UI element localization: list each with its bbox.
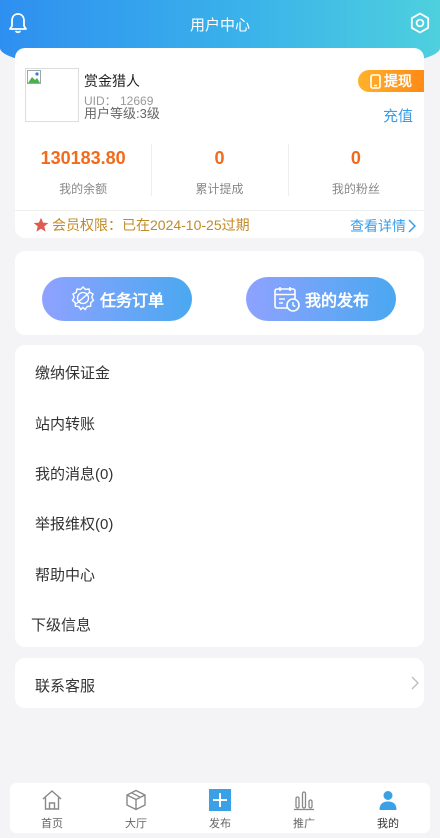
phone-icon	[370, 73, 381, 89]
vip-detail-link[interactable]: 查看详情	[350, 216, 416, 236]
task-orders-button[interactable]: 任务订单	[42, 277, 192, 321]
plus-icon	[209, 789, 231, 811]
tab-publish[interactable]: 发布	[178, 783, 262, 833]
stat-value: 130183.80	[40, 148, 126, 168]
contact-service-label: 联系客服	[35, 678, 96, 695]
my-publish-button[interactable]: 我的发布	[246, 277, 396, 321]
star-icon	[33, 217, 49, 232]
menu-item-transfer[interactable]: 站内转账	[35, 413, 95, 434]
user-level: 用户等级:3级	[84, 106, 160, 121]
vip-status-bar: 会员权限：已在2024-10-25过期 查看详情	[15, 210, 424, 238]
stat-value: 0	[350, 148, 361, 168]
tab-hall[interactable]: 大厅	[94, 783, 178, 833]
menu-item-help[interactable]: 帮助中心	[35, 564, 95, 585]
home-icon	[42, 790, 62, 810]
tab-promote[interactable]: 推广	[262, 783, 346, 833]
tab-label: 我的	[377, 818, 399, 830]
avatar[interactable]	[25, 68, 79, 122]
tab-mine[interactable]: 我的	[346, 783, 430, 833]
stat-label: 累计提成	[195, 182, 244, 196]
bell-icon[interactable]	[8, 12, 28, 34]
top-bar: 用户中心	[0, 0, 440, 48]
chevron-right-icon	[408, 219, 416, 233]
username: 赏金猎人	[84, 73, 140, 89]
stat-label: 我的粉丝	[331, 182, 380, 196]
chevron-right-icon	[411, 676, 419, 690]
withdraw-label: 提现	[384, 73, 412, 89]
tab-home[interactable]: 首页	[10, 783, 94, 833]
stat-fans[interactable]: 0 我的粉丝	[287, 142, 424, 198]
menu-item-report[interactable]: 举报维权(0)	[35, 513, 113, 534]
recharge-link[interactable]: 充值	[383, 105, 413, 126]
broken-image-icon	[27, 70, 41, 84]
stat-value: 0	[214, 148, 225, 168]
stat-label: 我的余额	[59, 182, 108, 196]
profile-card: 赏金猎人 UID： 12669 用户等级:3级 提现 充值 130183.80 …	[15, 48, 424, 238]
stat-balance[interactable]: 130183.80 我的余额	[15, 142, 151, 198]
menu-item-subordinates[interactable]: 下级信息	[31, 614, 91, 635]
vip-detail-label: 查看详情	[350, 218, 406, 234]
my-publish-label: 我的发布	[304, 293, 369, 310]
tab-label: 推广	[293, 818, 315, 830]
badge-icon	[71, 286, 95, 311]
action-card: 任务订单 我的发布	[15, 251, 424, 335]
cube-icon	[126, 789, 146, 811]
tab-label: 首页	[41, 818, 63, 830]
withdraw-button[interactable]: 提现	[358, 70, 424, 92]
stat-commission[interactable]: 0 累计提成	[151, 142, 287, 198]
menu-card: 缴纳保证金 站内转账 我的消息(0) 举报维权(0) 帮助中心 下级信息	[15, 345, 424, 647]
bar-chart-icon	[294, 791, 314, 811]
user-icon	[379, 791, 397, 810]
calendar-clock-icon	[274, 287, 300, 312]
menu-item-messages[interactable]: 我的消息(0)	[35, 463, 113, 484]
stats-row: 130183.80 我的余额 0 累计提成 0 我的粉丝	[15, 142, 424, 198]
page-title: 用户中心	[189, 16, 250, 34]
tab-label: 大厅	[125, 818, 147, 830]
menu-item-deposit[interactable]: 缴纳保证金	[35, 362, 110, 383]
bottom-tab-bar: 首页 大厅 发布 推广 我的	[10, 783, 430, 833]
settings-icon[interactable]	[409, 12, 431, 34]
tab-label: 发布	[209, 818, 231, 830]
contact-service-row[interactable]: 联系客服	[15, 658, 424, 708]
vip-status-text: 会员权限：已在2024-10-25过期	[52, 216, 250, 233]
task-orders-label: 任务订单	[99, 293, 164, 310]
